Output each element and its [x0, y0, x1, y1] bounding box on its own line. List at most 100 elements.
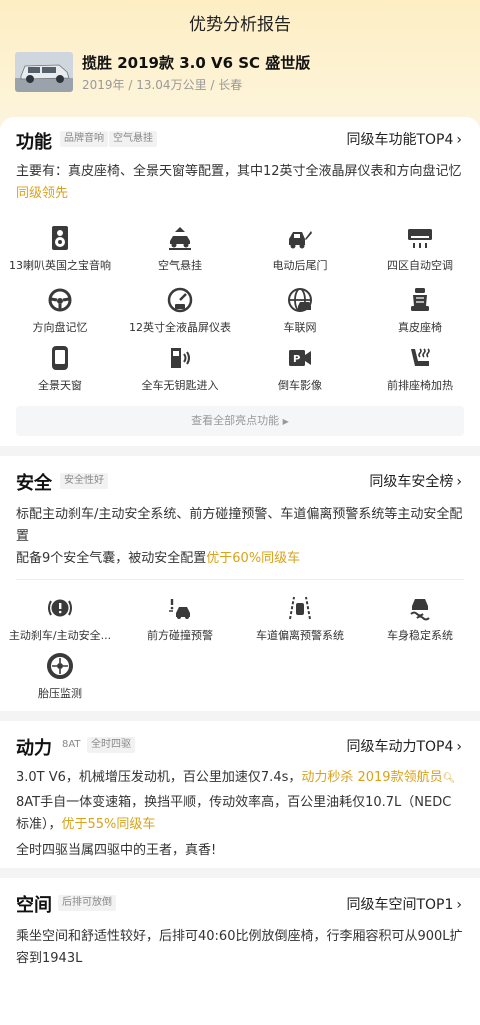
triangle-right-icon: ▶ — [282, 417, 289, 426]
feature-label: 倒车影像 — [278, 379, 322, 392]
leather-seat-icon — [411, 288, 429, 311]
safety-rank-link[interactable]: 同级车安全榜 › — [369, 471, 462, 491]
view-all-features-button[interactable]: 查看全部亮点功能 ▶ — [16, 406, 464, 436]
space-tag: 后排可放倒 — [58, 895, 116, 911]
feature-seat-heating[interactable]: 前排座椅加热 — [360, 345, 480, 393]
keyless-entry-icon — [171, 348, 190, 368]
feature-keyless-entry[interactable]: 全车无钥匙进入 — [120, 345, 240, 393]
feature-label: 前方碰撞预警 — [147, 629, 213, 642]
feature-label: 13喇叭英国之宝音响 — [9, 259, 111, 272]
power-description-3: 全时四驱当属四驱中的王者，真香! — [16, 843, 217, 858]
feature-label: 主动刹车/主动安全... — [8, 629, 112, 642]
feature-connected-car[interactable]: 车联网 — [240, 287, 360, 335]
svg-text:P: P — [293, 354, 300, 365]
feature-steering-memory[interactable]: 方向盘记忆 — [0, 287, 120, 335]
feature-reverse-camera[interactable]: P 倒车影像 — [240, 345, 360, 393]
air-conditioner-icon — [408, 229, 432, 248]
view-all-label: 查看全部亮点功能 — [191, 414, 280, 427]
feature-speaker[interactable]: 13喇叭英国之宝音响 — [0, 225, 120, 273]
page-title: 优势分析报告 — [189, 15, 291, 35]
power-description-1: 3.0T V6，机械增压发动机，百公里加速仅7.4s，动力秒杀 2019款领航员… — [16, 767, 464, 790]
function-desc-text: 主要有：真皮座椅、全景天窗等配置，其中12英寸全液晶屏仪表和方向盘记忆 — [16, 164, 462, 179]
safety-description-1: 标配主动刹车/主动安全系统、前方碰撞预警、车道偏离预警系统等主动安全配置 — [16, 507, 463, 544]
safety-divider — [16, 579, 464, 580]
air-suspension-icon — [169, 227, 191, 250]
function-title: 功能 — [16, 132, 52, 153]
active-brake-icon — [48, 599, 72, 617]
function-rank-link[interactable]: 同级车功能TOP4 › — [346, 129, 462, 149]
function-description: 主要有：真皮座椅、全景天窗等配置，其中12英寸全液晶屏仪表和方向盘记忆同级领先 — [16, 161, 464, 205]
space-rank-link[interactable]: 同级车空间TOP1 › — [346, 894, 462, 914]
function-tag-suspension: 空气悬挂 — [109, 131, 157, 147]
feature-tire-pressure[interactable]: 胎压监测 — [0, 653, 120, 701]
lane-departure-icon — [289, 596, 311, 620]
space-rank-label: 同级车空间TOP1 — [346, 897, 454, 913]
feature-label: 方向盘记忆 — [32, 321, 88, 334]
space-section: 空间 后排可放倒 同级车空间TOP1 › 乘坐空间和舒适性较好，后排可40:60比… — [0, 878, 480, 1025]
search-icon: 🔍︎ — [442, 773, 456, 784]
power-desc1-highlight: 动力秒杀 2019款领航员 — [301, 770, 443, 785]
function-section: 功能 品牌音响 空气悬挂 同级车功能TOP4 › 主要有：真皮座椅、全景天窗等配置… — [0, 117, 480, 446]
feature-label: 车联网 — [283, 321, 317, 334]
steering-wheel-icon — [48, 288, 72, 312]
power-title: 动力 — [16, 738, 52, 759]
safety-desc2-highlight: 优于60%同级车 — [206, 551, 301, 566]
feature-air-suspension[interactable]: 空气悬挂 — [120, 225, 240, 273]
car-meta: 2019年 / 13.04万公里 / 长春 — [82, 78, 243, 92]
lcd-gauge-icon — [167, 287, 193, 313]
feature-label: 空气悬挂 — [158, 259, 202, 272]
connected-car-icon — [288, 288, 312, 312]
feature-sunroof[interactable]: 全景天窗 — [0, 345, 120, 393]
power-description-2: 8AT手自一体变速箱，换挡平顺，传动效率高，百公里油耗仅10.7L（NEDC标准… — [16, 792, 464, 836]
power-tailgate-icon — [289, 231, 312, 249]
power-desc2-highlight: 优于55%同级车 — [61, 817, 156, 832]
safety-tag: 安全性好 — [60, 473, 108, 489]
feature-stability-control[interactable]: 车身稳定系统 — [360, 595, 480, 643]
power-desc1-link[interactable]: 动力秒杀 2019款领航员🔍︎ — [301, 770, 455, 785]
stability-control-icon — [410, 599, 430, 621]
chevron-right-icon: › — [456, 739, 462, 755]
safety-section: 安全 安全性好 同级车安全榜 › 标配主动刹车/主动安全系统、前方碰撞预警、车道偏… — [0, 456, 480, 711]
collision-warning-icon — [169, 599, 190, 619]
feature-auto-climate[interactable]: 四区自动空调 — [360, 225, 480, 273]
feature-label: 四区自动空调 — [387, 259, 453, 272]
function-rank-label: 同级车功能TOP4 — [346, 132, 454, 148]
feature-label: 全景天窗 — [38, 379, 82, 392]
function-desc-highlight: 同级领先 — [16, 186, 69, 201]
feature-label: 前排座椅加热 — [387, 379, 453, 392]
safety-title: 安全 — [16, 473, 52, 494]
chevron-right-icon: › — [456, 474, 462, 490]
space-description: 乘坐空间和舒适性较好，后排可40:60比例放倒座椅，行李厢容积可从900L扩容到… — [16, 929, 463, 966]
car-name: 揽胜 2019款 3.0 V6 SC 盛世版 — [82, 54, 311, 72]
feature-power-tailgate[interactable]: 电动后尾门 — [240, 225, 360, 273]
power-desc1-text: 3.0T V6，机械增压发动机，百公里加速仅7.4s， — [16, 770, 302, 785]
feature-collision-warning[interactable]: 前方碰撞预警 — [120, 595, 240, 643]
car-thumbnail[interactable] — [15, 52, 73, 92]
feature-label: 车身稳定系统 — [387, 629, 453, 642]
function-tag-audio: 品牌音响 — [60, 131, 108, 147]
feature-lane-departure[interactable]: 车道偏离预警系统 — [240, 595, 360, 643]
feature-label: 电动后尾门 — [272, 259, 328, 272]
tire-pressure-icon — [47, 653, 73, 679]
seat-heating-icon — [411, 348, 430, 366]
feature-label: 车道偏离预警系统 — [256, 629, 344, 642]
safety-rank-label: 同级车安全榜 — [369, 474, 454, 490]
safety-desc2-text: 配备9个安全气囊，被动安全配置 — [16, 551, 207, 566]
feature-active-brake[interactable]: 主动刹车/主动安全... — [0, 595, 120, 643]
space-title: 空间 — [16, 895, 52, 916]
power-tag-transmission: 8AT — [62, 739, 81, 750]
safety-description-2: 配备9个安全气囊，被动安全配置优于60%同级车 — [16, 548, 464, 570]
speaker-icon — [52, 226, 68, 250]
panoramic-sunroof-icon — [52, 346, 68, 370]
feature-leather-seat[interactable]: 真皮座椅 — [360, 287, 480, 335]
power-section: 动力 8AT 全时四驱 同级车动力TOP4 › 3.0T V6，机械增压发动机，百… — [0, 721, 480, 868]
feature-label: 胎压监测 — [38, 687, 82, 700]
chevron-right-icon: › — [456, 897, 462, 913]
power-tag-awd: 全时四驱 — [87, 737, 135, 753]
power-rank-link[interactable]: 同级车动力TOP4 › — [346, 736, 462, 756]
reverse-camera-icon: P — [289, 350, 311, 366]
feature-label: 真皮座椅 — [398, 321, 442, 334]
power-rank-label: 同级车动力TOP4 — [346, 739, 454, 755]
feature-lcd-gauge[interactable]: 12英寸全液晶屏仪表 — [120, 287, 240, 335]
feature-label: 12英寸全液晶屏仪表 — [129, 321, 231, 334]
